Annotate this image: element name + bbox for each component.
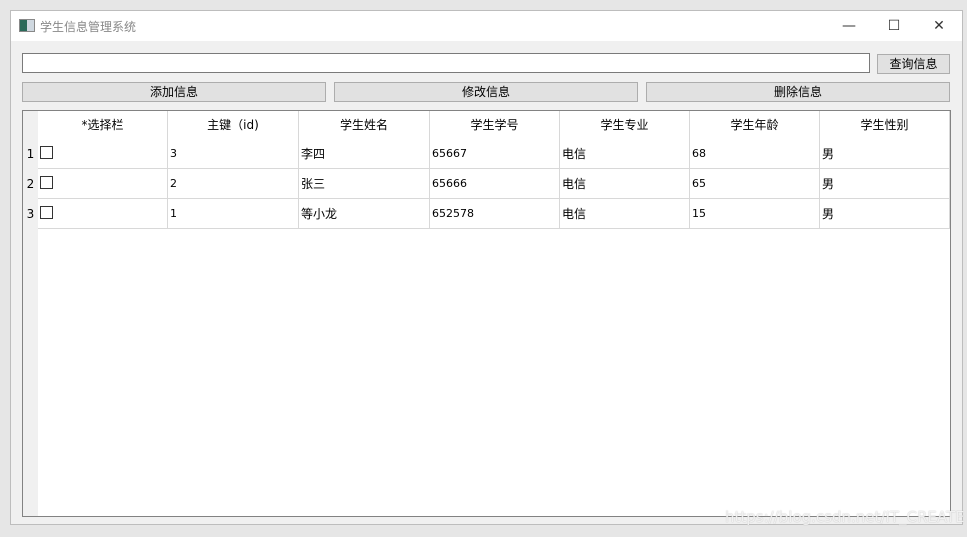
cell-major[interactable]: 电信 <box>560 169 690 199</box>
row-number: 1 <box>26 147 35 161</box>
row-checkbox[interactable] <box>40 146 53 159</box>
edit-button[interactable]: 修改信息 <box>334 82 638 102</box>
app-icon <box>19 19 35 32</box>
row-number: 3 <box>26 207 35 221</box>
column-header[interactable]: 学生年龄 <box>690 111 820 139</box>
cell-sex[interactable]: 男 <box>820 139 950 169</box>
delete-button[interactable]: 删除信息 <box>646 82 950 102</box>
cell-sex[interactable]: 男 <box>820 199 950 229</box>
main-window: 学生信息管理系统 — ☐ ✕ 查询信息 添加信息 修改信息 删除信息 *选择栏主… <box>10 10 963 525</box>
cell-sno[interactable]: 65666 <box>430 169 560 199</box>
minimize-button[interactable]: — <box>834 15 864 37</box>
column-header[interactable]: 主键（id) <box>168 111 299 139</box>
column-header[interactable]: 学生姓名 <box>299 111 430 139</box>
cell-id[interactable]: 3 <box>168 139 299 169</box>
cell-age[interactable]: 68 <box>690 139 820 169</box>
window-title: 学生信息管理系统 <box>40 20 137 34</box>
row-checkbox[interactable] <box>40 206 53 219</box>
row-number: 2 <box>26 177 35 191</box>
table-row <box>38 199 168 229</box>
column-header[interactable]: *选择栏 <box>38 111 168 139</box>
column-header[interactable]: 学生性别 <box>820 111 950 139</box>
query-button[interactable]: 查询信息 <box>877 54 950 74</box>
row-checkbox[interactable] <box>40 176 53 189</box>
cell-age[interactable]: 65 <box>690 169 820 199</box>
cell-id[interactable]: 2 <box>168 169 299 199</box>
close-button[interactable]: ✕ <box>924 15 954 37</box>
cell-major[interactable]: 电信 <box>560 199 690 229</box>
cell-id[interactable]: 1 <box>168 199 299 229</box>
maximize-button[interactable]: ☐ <box>879 15 909 37</box>
cell-age[interactable]: 15 <box>690 199 820 229</box>
cell-major[interactable]: 电信 <box>560 139 690 169</box>
cell-sno[interactable]: 652578 <box>430 199 560 229</box>
table-row <box>38 139 168 169</box>
add-button[interactable]: 添加信息 <box>22 82 326 102</box>
search-input[interactable] <box>22 53 870 73</box>
column-header[interactable]: 学生专业 <box>560 111 690 139</box>
table-row <box>38 169 168 199</box>
watermark: https://blog.csdn.net/IT_CREATE <box>725 508 965 526</box>
title-bar: 学生信息管理系统 — ☐ ✕ <box>11 11 962 41</box>
student-table: *选择栏 主键（id) 学生姓名 学生学号 学生专业 学生年龄 学生性别 1 3 李四 65667 电… <box>22 110 951 517</box>
cell-name[interactable]: 张三 <box>299 169 430 199</box>
column-header[interactable]: 学生学号 <box>430 111 560 139</box>
cell-sex[interactable]: 男 <box>820 169 950 199</box>
cell-name[interactable]: 等小龙 <box>299 199 430 229</box>
cell-name[interactable]: 李四 <box>299 139 430 169</box>
cell-sno[interactable]: 65667 <box>430 139 560 169</box>
